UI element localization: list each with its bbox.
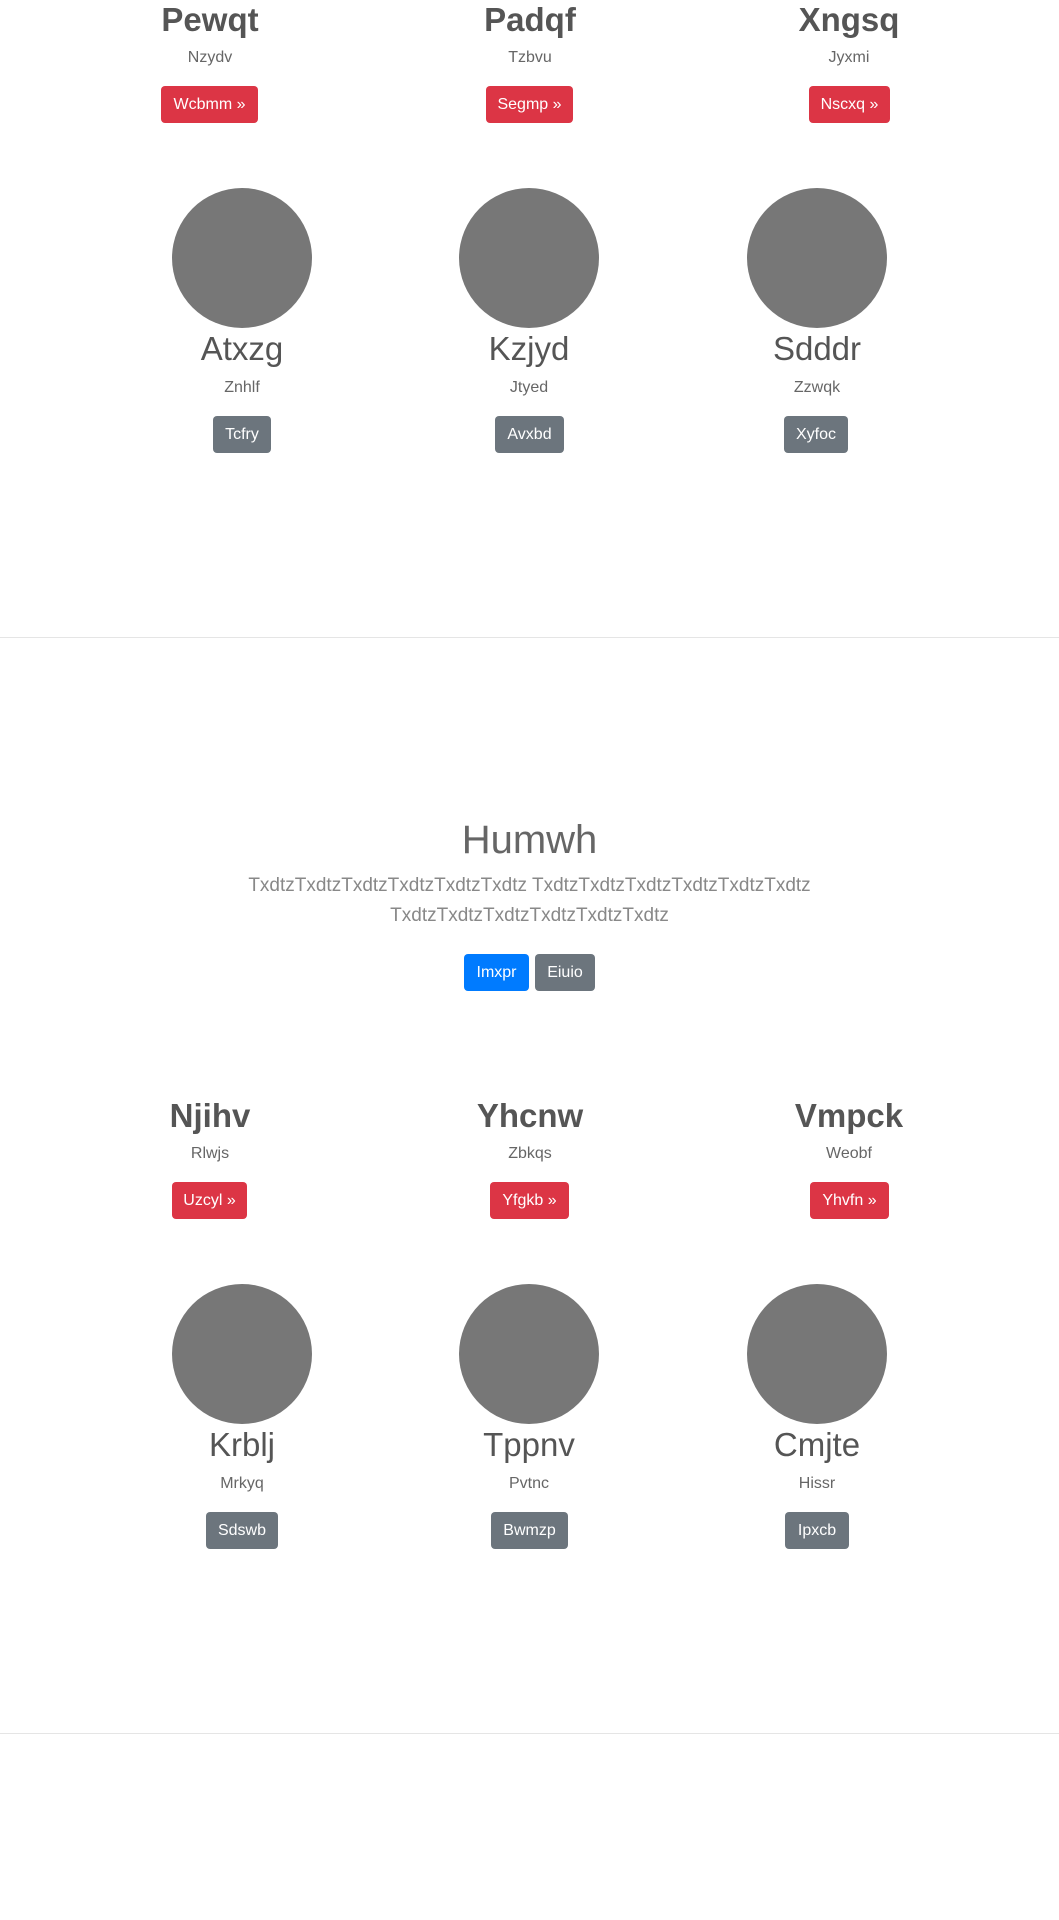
team-member-role: Zzwqk	[793, 379, 841, 396]
hero-secondary-button[interactable]: Eiuio	[535, 954, 595, 991]
feature-button[interactable]: Nscxq »	[809, 86, 890, 123]
avatar	[172, 188, 312, 328]
feature-subtitle: Nzydv	[187, 49, 233, 66]
team-member-role: Hissr	[798, 1475, 836, 1492]
feature-button[interactable]: Segmp »	[486, 86, 573, 123]
section-divider	[0, 1733, 1059, 1734]
team-member-role: Znhlf	[224, 379, 260, 396]
team-member-button[interactable]: Tcfry	[213, 416, 271, 453]
feature-title: Yhcnw	[476, 1097, 584, 1134]
team-member-name: Kzjyd	[488, 330, 570, 367]
avatar	[172, 1284, 312, 1424]
section-divider	[0, 637, 1059, 638]
feature-button[interactable]: Uzcyl »	[172, 1182, 247, 1219]
feature-button[interactable]: Wcbmm »	[161, 86, 258, 123]
team-member-role: Jtyed	[509, 379, 549, 396]
avatar	[459, 188, 599, 328]
team-member-name: Cmjte	[773, 1426, 861, 1463]
feature-title: Xngsq	[798, 1, 900, 38]
hero-primary-button[interactable]: Imxpr	[464, 954, 529, 991]
avatar	[747, 1284, 887, 1424]
team-member-button[interactable]: Avxbd	[495, 416, 564, 453]
team-member-button[interactable]: Bwmzp	[491, 1512, 568, 1549]
feature-title: Njihv	[169, 1097, 251, 1134]
team-member-name: Atxzg	[200, 330, 284, 367]
feature-subtitle: Weobf	[826, 1145, 872, 1162]
team-member-name: Sdddr	[772, 330, 862, 367]
avatar	[459, 1284, 599, 1424]
feature-subtitle: Jyxmi	[828, 49, 870, 66]
feature-title: Pewqt	[161, 1, 259, 38]
feature-button[interactable]: Yfgkb »	[490, 1182, 569, 1219]
team-member-button[interactable]: Ipxcb	[785, 1512, 849, 1549]
feature-title: Padqf	[484, 1, 576, 38]
team-member-role: Pvtnc	[508, 1475, 549, 1492]
hero-text-line2: TxdtzTxdtzTxdtzTxdtzTxdtzTxdtz	[390, 905, 669, 926]
avatar	[747, 188, 887, 328]
feature-button[interactable]: Yhvfn »	[810, 1182, 889, 1219]
team-member-button[interactable]: Sdswb	[206, 1512, 278, 1549]
team-member-name: Krblj	[208, 1426, 276, 1463]
feature-subtitle: Tzbvu	[508, 49, 552, 66]
team-member-role: Mrkyq	[220, 1475, 264, 1492]
feature-subtitle: Zbkqs	[508, 1145, 552, 1162]
hero-text-line1: TxdtzTxdtzTxdtzTxdtzTxdtzTxdtz TxdtzTxdt…	[248, 875, 811, 896]
feature-subtitle: Rlwjs	[190, 1145, 230, 1162]
feature-title: Vmpck	[794, 1097, 904, 1134]
hero-title: Humwh	[461, 818, 598, 862]
team-member-button[interactable]: Xyfoc	[784, 416, 848, 453]
team-member-name: Tppnv	[483, 1426, 575, 1463]
